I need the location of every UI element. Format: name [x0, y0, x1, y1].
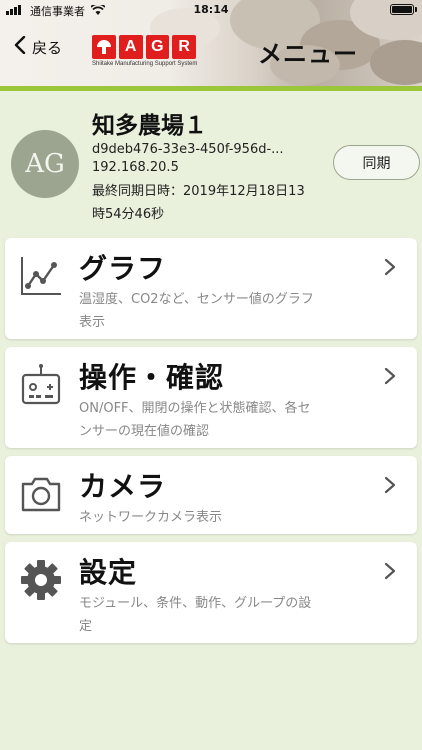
menu-desc-line2: 定 [79, 619, 93, 634]
line-chart-icon [19, 254, 63, 298]
page-title: メニュー [258, 40, 358, 68]
avatar: AG [11, 130, 79, 198]
mushroom-icon [92, 35, 116, 59]
menu-title: 設定 [79, 556, 138, 589]
back-button[interactable]: 戻る [14, 35, 63, 58]
sync-button[interactable]: 同期 [333, 145, 420, 180]
logo-letter: A [118, 35, 143, 59]
agr-logo: A G R Shiitake Manufacturing Support Sys… [92, 35, 198, 71]
logo-tagline: Shiitake Manufacturing Support System [92, 61, 198, 67]
gear-icon [19, 558, 63, 602]
remote-control-icon [19, 363, 63, 407]
farm-id: d9deb476-33e3-450f-956d-... [92, 142, 284, 157]
menu-item-control[interactable]: 操作・確認 ON/OFF、開閉の操作と状態確認、各セ ンサーの現在値の確認 [5, 347, 417, 448]
farm-ip: 192.168.20.5 [92, 160, 179, 175]
menu-desc-line2: ンサーの現在値の確認 [79, 424, 210, 439]
chevron-right-icon [383, 258, 397, 276]
last-sync-line2: 時54分46秒 [92, 207, 165, 222]
camera-icon [19, 472, 63, 516]
menu-desc-line1: ネットワークカメラ表示 [79, 510, 223, 525]
chevron-right-icon [383, 367, 397, 385]
status-bar: 通信事業者 18:14 [0, 0, 422, 20]
chevron-right-icon [383, 562, 397, 580]
chevron-right-icon [383, 476, 397, 494]
header-accent-line [0, 86, 422, 91]
menu-desc-line1: ON/OFF、開閉の操作と状態確認、各セ [79, 401, 311, 416]
menu-title: カメラ [79, 470, 167, 503]
back-label: 戻る [32, 38, 63, 57]
menu-title: 操作・確認 [79, 361, 225, 394]
menu-desc-line1: 温湿度、CO2など、センサー値のグラフ [79, 292, 314, 307]
logo-letter: R [172, 35, 196, 59]
menu-desc-line1: モジュール、条件、動作、グループの設 [79, 596, 312, 611]
battery-icon [390, 4, 414, 15]
logo-letter: G [145, 35, 170, 59]
menu-title: グラフ [79, 252, 167, 285]
battery-tip [415, 7, 417, 12]
menu-item-settings[interactable]: 設定 モジュール、条件、動作、グループの設 定 [5, 542, 417, 643]
menu-desc-line2: 表示 [79, 315, 106, 330]
chevron-left-icon [14, 35, 26, 58]
menu-item-camera[interactable]: カメラ ネットワークカメラ表示 [5, 456, 417, 534]
farm-name: 知多農場１ [92, 113, 207, 139]
status-time: 18:14 [193, 3, 229, 16]
last-sync-line1: 最終同期日時：2019年12月18日13 [92, 184, 305, 199]
menu-item-graph[interactable]: グラフ 温湿度、CO2など、センサー値のグラフ 表示 [5, 238, 417, 339]
